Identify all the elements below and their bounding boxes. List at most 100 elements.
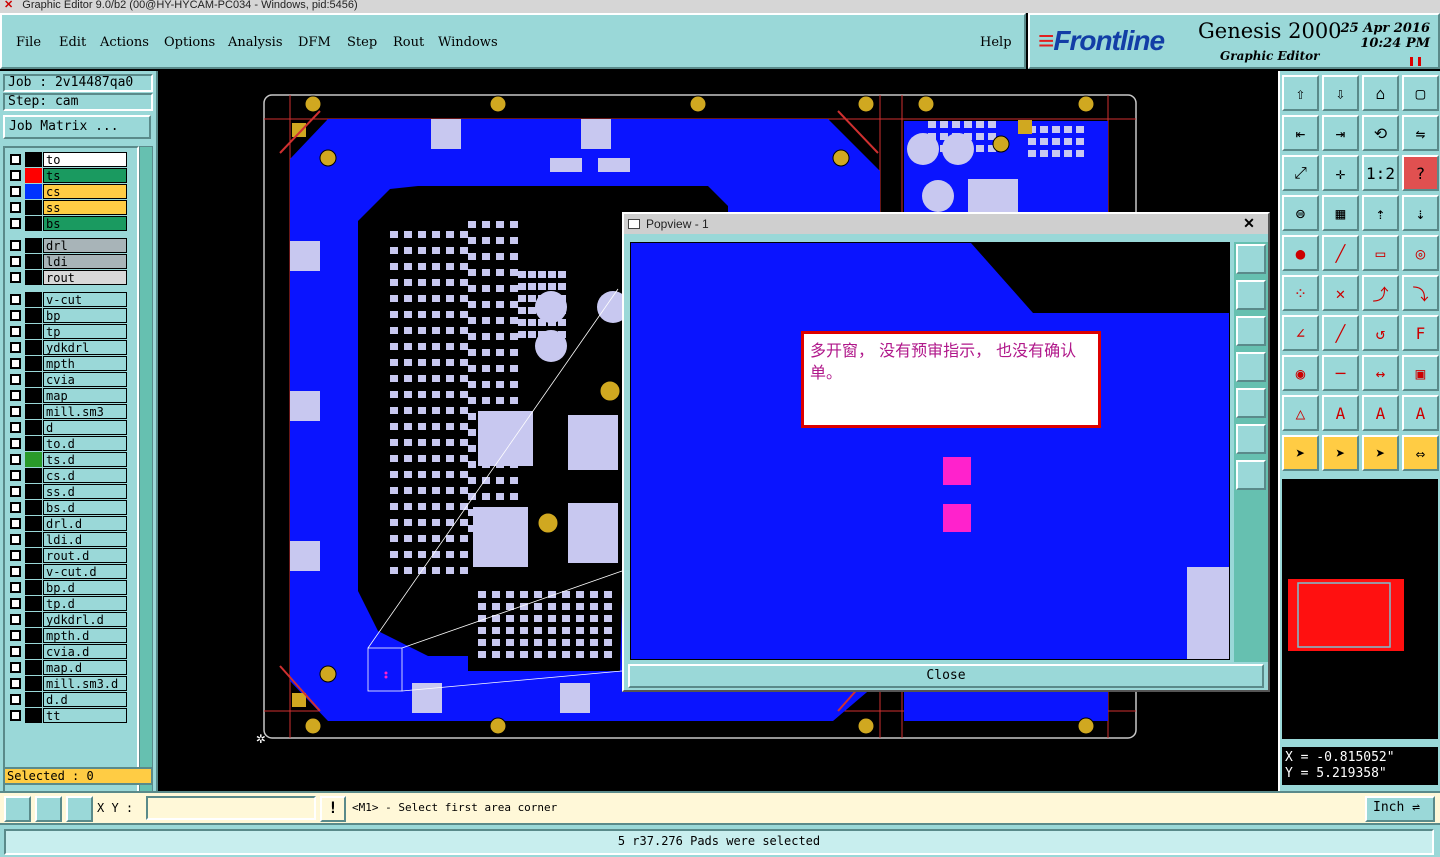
zoom-fit-icon[interactable] (1236, 244, 1266, 274)
layer-color-swatch[interactable] (25, 216, 42, 231)
center-icon[interactable]: ✛ (1322, 155, 1359, 191)
layer-checkbox[interactable] (10, 694, 21, 705)
window-close-icon[interactable]: ✕ (4, 0, 13, 11)
triangle-red-icon[interactable]: △ (1282, 395, 1319, 431)
route-icon[interactable]: ⤴ (1362, 275, 1399, 311)
layer-row[interactable]: cvia (7, 372, 139, 387)
layer-color-swatch[interactable] (25, 548, 42, 563)
layer-row[interactable]: bp (7, 308, 139, 323)
layer-name[interactable]: drl (43, 238, 127, 253)
layer-name[interactable]: d.d (43, 692, 127, 707)
layer-name[interactable]: cs.d (43, 468, 127, 483)
layer-color-swatch[interactable] (25, 644, 42, 659)
fit-icon[interactable]: ⤢ (1282, 155, 1319, 191)
route-alt-icon[interactable]: ⤵ (1402, 275, 1439, 311)
layer-color-swatch[interactable] (25, 580, 42, 595)
layer-name[interactable]: bp.d (43, 580, 127, 595)
pointer-box-icon[interactable]: ➤ (1322, 435, 1359, 471)
layer-row[interactable]: map.d (7, 660, 139, 675)
angle-mode-icon[interactable] (35, 796, 62, 822)
layer-row[interactable]: cs.d (7, 468, 139, 483)
popview-close-icon[interactable]: ✕ (1234, 215, 1264, 232)
layer-name[interactable]: to (43, 152, 127, 167)
layer-row[interactable]: ss.d (7, 484, 139, 499)
layer-row[interactable]: mill.sm3 (7, 404, 139, 419)
layer-row[interactable]: mpth (7, 356, 139, 371)
layer-color-swatch[interactable] (25, 436, 42, 451)
layer-list-scrollbar[interactable] (139, 146, 153, 796)
layer-color-swatch[interactable] (25, 612, 42, 627)
layer-checkbox[interactable] (10, 598, 21, 609)
text-f-icon[interactable]: F (1402, 315, 1439, 351)
layer-name[interactable]: ydkdrl.d (43, 612, 127, 627)
popview-close-button[interactable]: Close (628, 664, 1264, 688)
layer-checkbox[interactable] (10, 342, 21, 353)
zoom-in-icon[interactable] (1236, 460, 1266, 490)
pan-right-icon[interactable] (1236, 388, 1266, 418)
menu-help[interactable]: Help (980, 35, 1012, 50)
layer-name[interactable]: cvia.d (43, 644, 127, 659)
layer-name[interactable]: mill.sm3.d (43, 676, 127, 691)
layer-color-swatch[interactable] (25, 270, 42, 285)
layer-checkbox[interactable] (10, 518, 21, 529)
layer-name[interactable]: rout (43, 270, 127, 285)
move-right-icon[interactable]: ⇥ (1322, 115, 1359, 151)
layer-row[interactable]: tp (7, 324, 139, 339)
layer-row[interactable]: v-cut.d (7, 564, 139, 579)
layer-row[interactable]: rout (7, 270, 139, 285)
zoom-up-icon[interactable] (1236, 280, 1266, 310)
rotate-icon[interactable]: ⟲ (1362, 115, 1399, 151)
layer-checkbox[interactable] (10, 502, 21, 513)
layer-color-swatch[interactable] (25, 404, 42, 419)
home-down-icon[interactable]: ⇩ (1322, 75, 1359, 111)
home-icon[interactable]: ⌂ (1362, 75, 1399, 111)
layer-checkbox[interactable] (10, 256, 21, 267)
layer-row[interactable]: mpth.d (7, 628, 139, 643)
layer-name[interactable]: ts.d (43, 452, 127, 467)
layer-checkbox[interactable] (10, 310, 21, 321)
layer-name[interactable]: v-cut (43, 292, 127, 307)
layer-color-swatch[interactable] (25, 692, 42, 707)
layer-color-swatch[interactable] (25, 340, 42, 355)
layer-color-swatch[interactable] (25, 516, 42, 531)
triangle-b-icon[interactable]: A (1362, 395, 1399, 431)
layer-checkbox[interactable] (10, 630, 21, 641)
layer-color-swatch[interactable] (25, 532, 42, 547)
mini-map[interactable] (1282, 479, 1438, 739)
arc-icon[interactable]: ↺ (1362, 315, 1399, 351)
layer-name[interactable]: map (43, 388, 127, 403)
layer-row[interactable]: d.d (7, 692, 139, 707)
layer-color-swatch[interactable] (25, 484, 42, 499)
layer-row[interactable]: ss (7, 200, 139, 215)
units-selector[interactable]: Inch ⇌ (1365, 796, 1435, 822)
layer-checkbox[interactable] (10, 170, 21, 181)
layer-name[interactable]: tp.d (43, 596, 127, 611)
pointer-icon[interactable]: ➤ (1282, 435, 1319, 471)
layer-name[interactable]: ss.d (43, 484, 127, 499)
job-matrix-button[interactable]: Job Matrix ... (3, 115, 151, 139)
menu-analysis[interactable]: Analysis (228, 35, 283, 50)
grid-snap-icon[interactable] (66, 796, 93, 822)
layer-name[interactable]: mpth.d (43, 628, 127, 643)
layer-checkbox[interactable] (10, 582, 21, 593)
layer-color-swatch[interactable] (25, 420, 42, 435)
line-tool-icon[interactable]: ╱ (1322, 235, 1359, 271)
layer-row[interactable]: v-cut (7, 292, 139, 307)
layer-color-swatch[interactable] (25, 564, 42, 579)
layer-name[interactable]: bs (43, 216, 127, 231)
layer-color-swatch[interactable] (25, 596, 42, 611)
scale-1-2-icon[interactable]: 1:2 (1362, 155, 1399, 191)
layer-name[interactable]: map.d (43, 660, 127, 675)
layer-row[interactable]: map (7, 388, 139, 403)
layer-name[interactable]: tp (43, 324, 127, 339)
layer-color-swatch[interactable] (25, 292, 42, 307)
layer-checkbox[interactable] (10, 534, 21, 545)
help-icon[interactable]: ? (1402, 155, 1439, 191)
layer-checkbox[interactable] (10, 454, 21, 465)
layer-row[interactable]: ldi.d (7, 532, 139, 547)
layer-down-icon[interactable]: ⇣ (1402, 195, 1439, 231)
layer-up-icon[interactable]: ⇡ (1362, 195, 1399, 231)
layer-checkbox[interactable] (10, 566, 21, 577)
layer-checkbox[interactable] (10, 218, 21, 229)
layer-name[interactable]: rout.d (43, 548, 127, 563)
